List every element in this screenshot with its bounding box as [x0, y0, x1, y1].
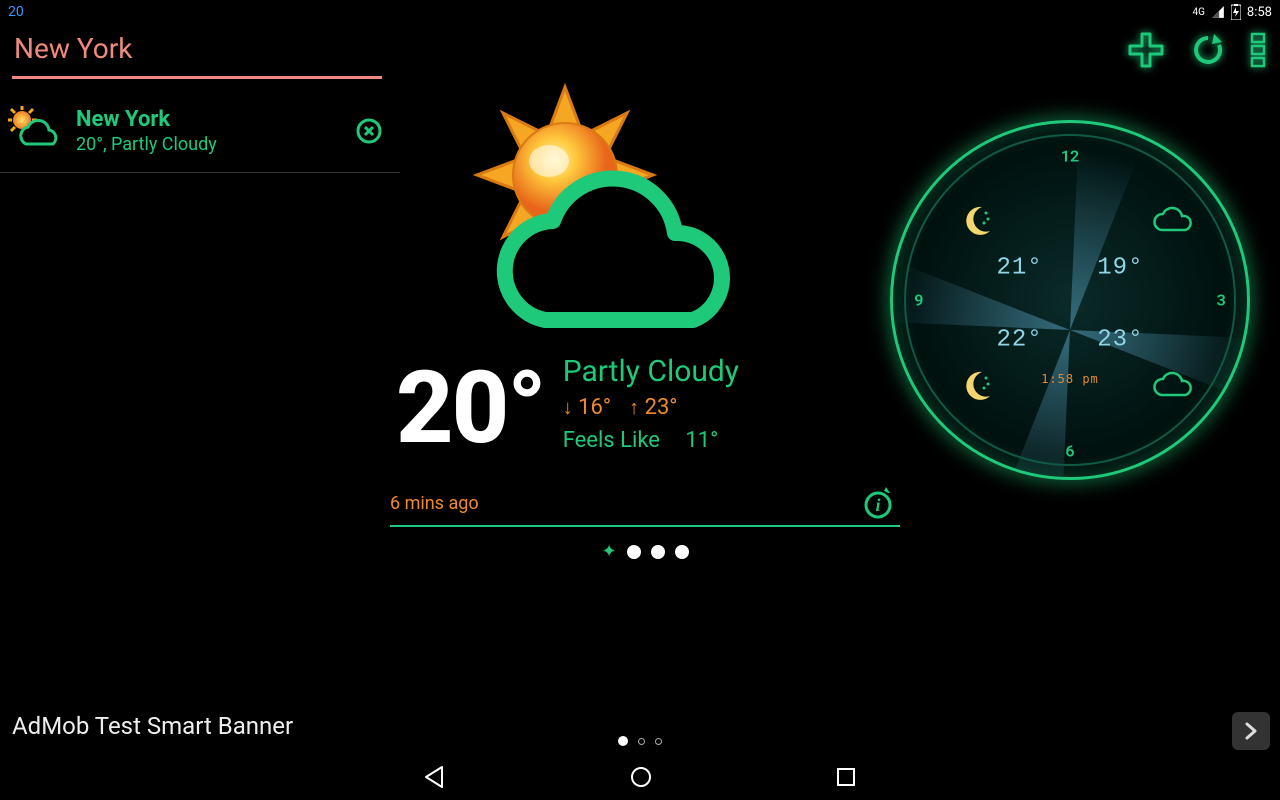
partly-cloudy-icon — [8, 106, 68, 156]
back-button[interactable] — [422, 764, 448, 790]
cloud-icon — [1150, 371, 1192, 401]
low-temp: 16° — [578, 395, 611, 420]
header-actions — [1126, 30, 1268, 70]
moon-icon — [958, 203, 994, 239]
location-dot-icon: ✦ — [601, 541, 616, 562]
clock-9: 9 — [914, 291, 923, 310]
clock-temp-sw: 22° — [996, 326, 1042, 353]
page-indicator[interactable]: ✦ — [390, 541, 900, 562]
status-notification-count: 20 — [8, 4, 24, 20]
page-dot — [627, 545, 641, 559]
home-button[interactable] — [628, 764, 654, 790]
ad-banner[interactable]: AdMob Test Smart Banner — [0, 698, 1280, 754]
ad-banner-text: AdMob Test Smart Banner — [12, 712, 293, 740]
network-label: 4G — [1192, 7, 1204, 18]
feels-label: Feels Like — [563, 428, 660, 453]
city-name: New York — [76, 107, 217, 132]
android-nav-bar — [0, 754, 1280, 800]
weather-main: 20° Partly Cloudy ↓ 16° ↑ 23° Feels Like… — [390, 70, 900, 562]
moon-icon — [958, 368, 994, 404]
clock-temp-nw: 21° — [996, 254, 1042, 281]
weather-icon-partly-cloudy — [430, 70, 780, 350]
clock-temp-se: 23° — [1097, 326, 1143, 353]
high-low: ↓ 16° ↑ 23° — [563, 395, 739, 420]
chevron-right-icon — [1241, 721, 1261, 741]
feels-like: Feels Like 11° — [563, 428, 739, 453]
refresh-button[interactable] — [1188, 30, 1228, 70]
menu-button[interactable] — [1250, 30, 1268, 70]
ad-dot — [638, 738, 645, 745]
ad-dot — [655, 738, 662, 745]
high-temp: 23° — [645, 395, 678, 420]
signal-icon — [1211, 5, 1225, 19]
arrow-up-icon: ↑ — [629, 395, 639, 419]
clock-3: 3 — [1217, 291, 1226, 310]
clock-time: 1:58 pm — [1041, 372, 1099, 386]
current-temp: 20° — [396, 359, 545, 459]
info-refresh-button[interactable]: i — [860, 485, 896, 521]
page-dot — [675, 545, 689, 559]
city-summary: 20°, Partly Cloudy — [76, 134, 217, 155]
ad-dot — [618, 736, 628, 746]
page-dot — [651, 545, 665, 559]
status-right: 4G 8:58 — [1192, 4, 1272, 20]
add-button[interactable] — [1126, 30, 1166, 70]
arrow-down-icon: ↓ — [563, 395, 573, 419]
title-underline — [12, 76, 382, 79]
battery-charging-icon — [1231, 4, 1241, 20]
feels-value: 11° — [685, 428, 718, 453]
update-row: 6 mins ago i — [390, 485, 900, 527]
city-list-item[interactable]: New York 20°, Partly Cloudy — [0, 100, 400, 173]
city-list: New York 20°, Partly Cloudy — [0, 100, 400, 173]
cloud-icon — [1150, 206, 1192, 236]
clock-temp-ne: 19° — [1097, 254, 1143, 281]
status-time: 8:58 — [1247, 5, 1272, 20]
condition-text: Partly Cloudy — [563, 354, 739, 389]
status-bar: 20 4G 8:58 — [0, 0, 1280, 24]
clock-widget[interactable]: 12 3 6 9 21° 19° 22° 23° 1:58 pm — [890, 120, 1250, 480]
clock-6: 6 — [1065, 442, 1074, 461]
temperature-row: 20° Partly Cloudy ↓ 16° ↑ 23° Feels Like… — [390, 354, 900, 459]
ad-page-dots — [618, 736, 662, 746]
ad-next-button[interactable] — [1232, 712, 1270, 750]
page-title: New York — [14, 32, 132, 65]
last-updated: 6 mins ago — [390, 493, 479, 514]
remove-city-button[interactable] — [356, 118, 382, 144]
app-header: New York — [0, 24, 1280, 72]
recent-apps-button[interactable] — [834, 765, 858, 789]
clock-12: 12 — [1061, 147, 1079, 166]
svg-text:i: i — [875, 495, 880, 515]
